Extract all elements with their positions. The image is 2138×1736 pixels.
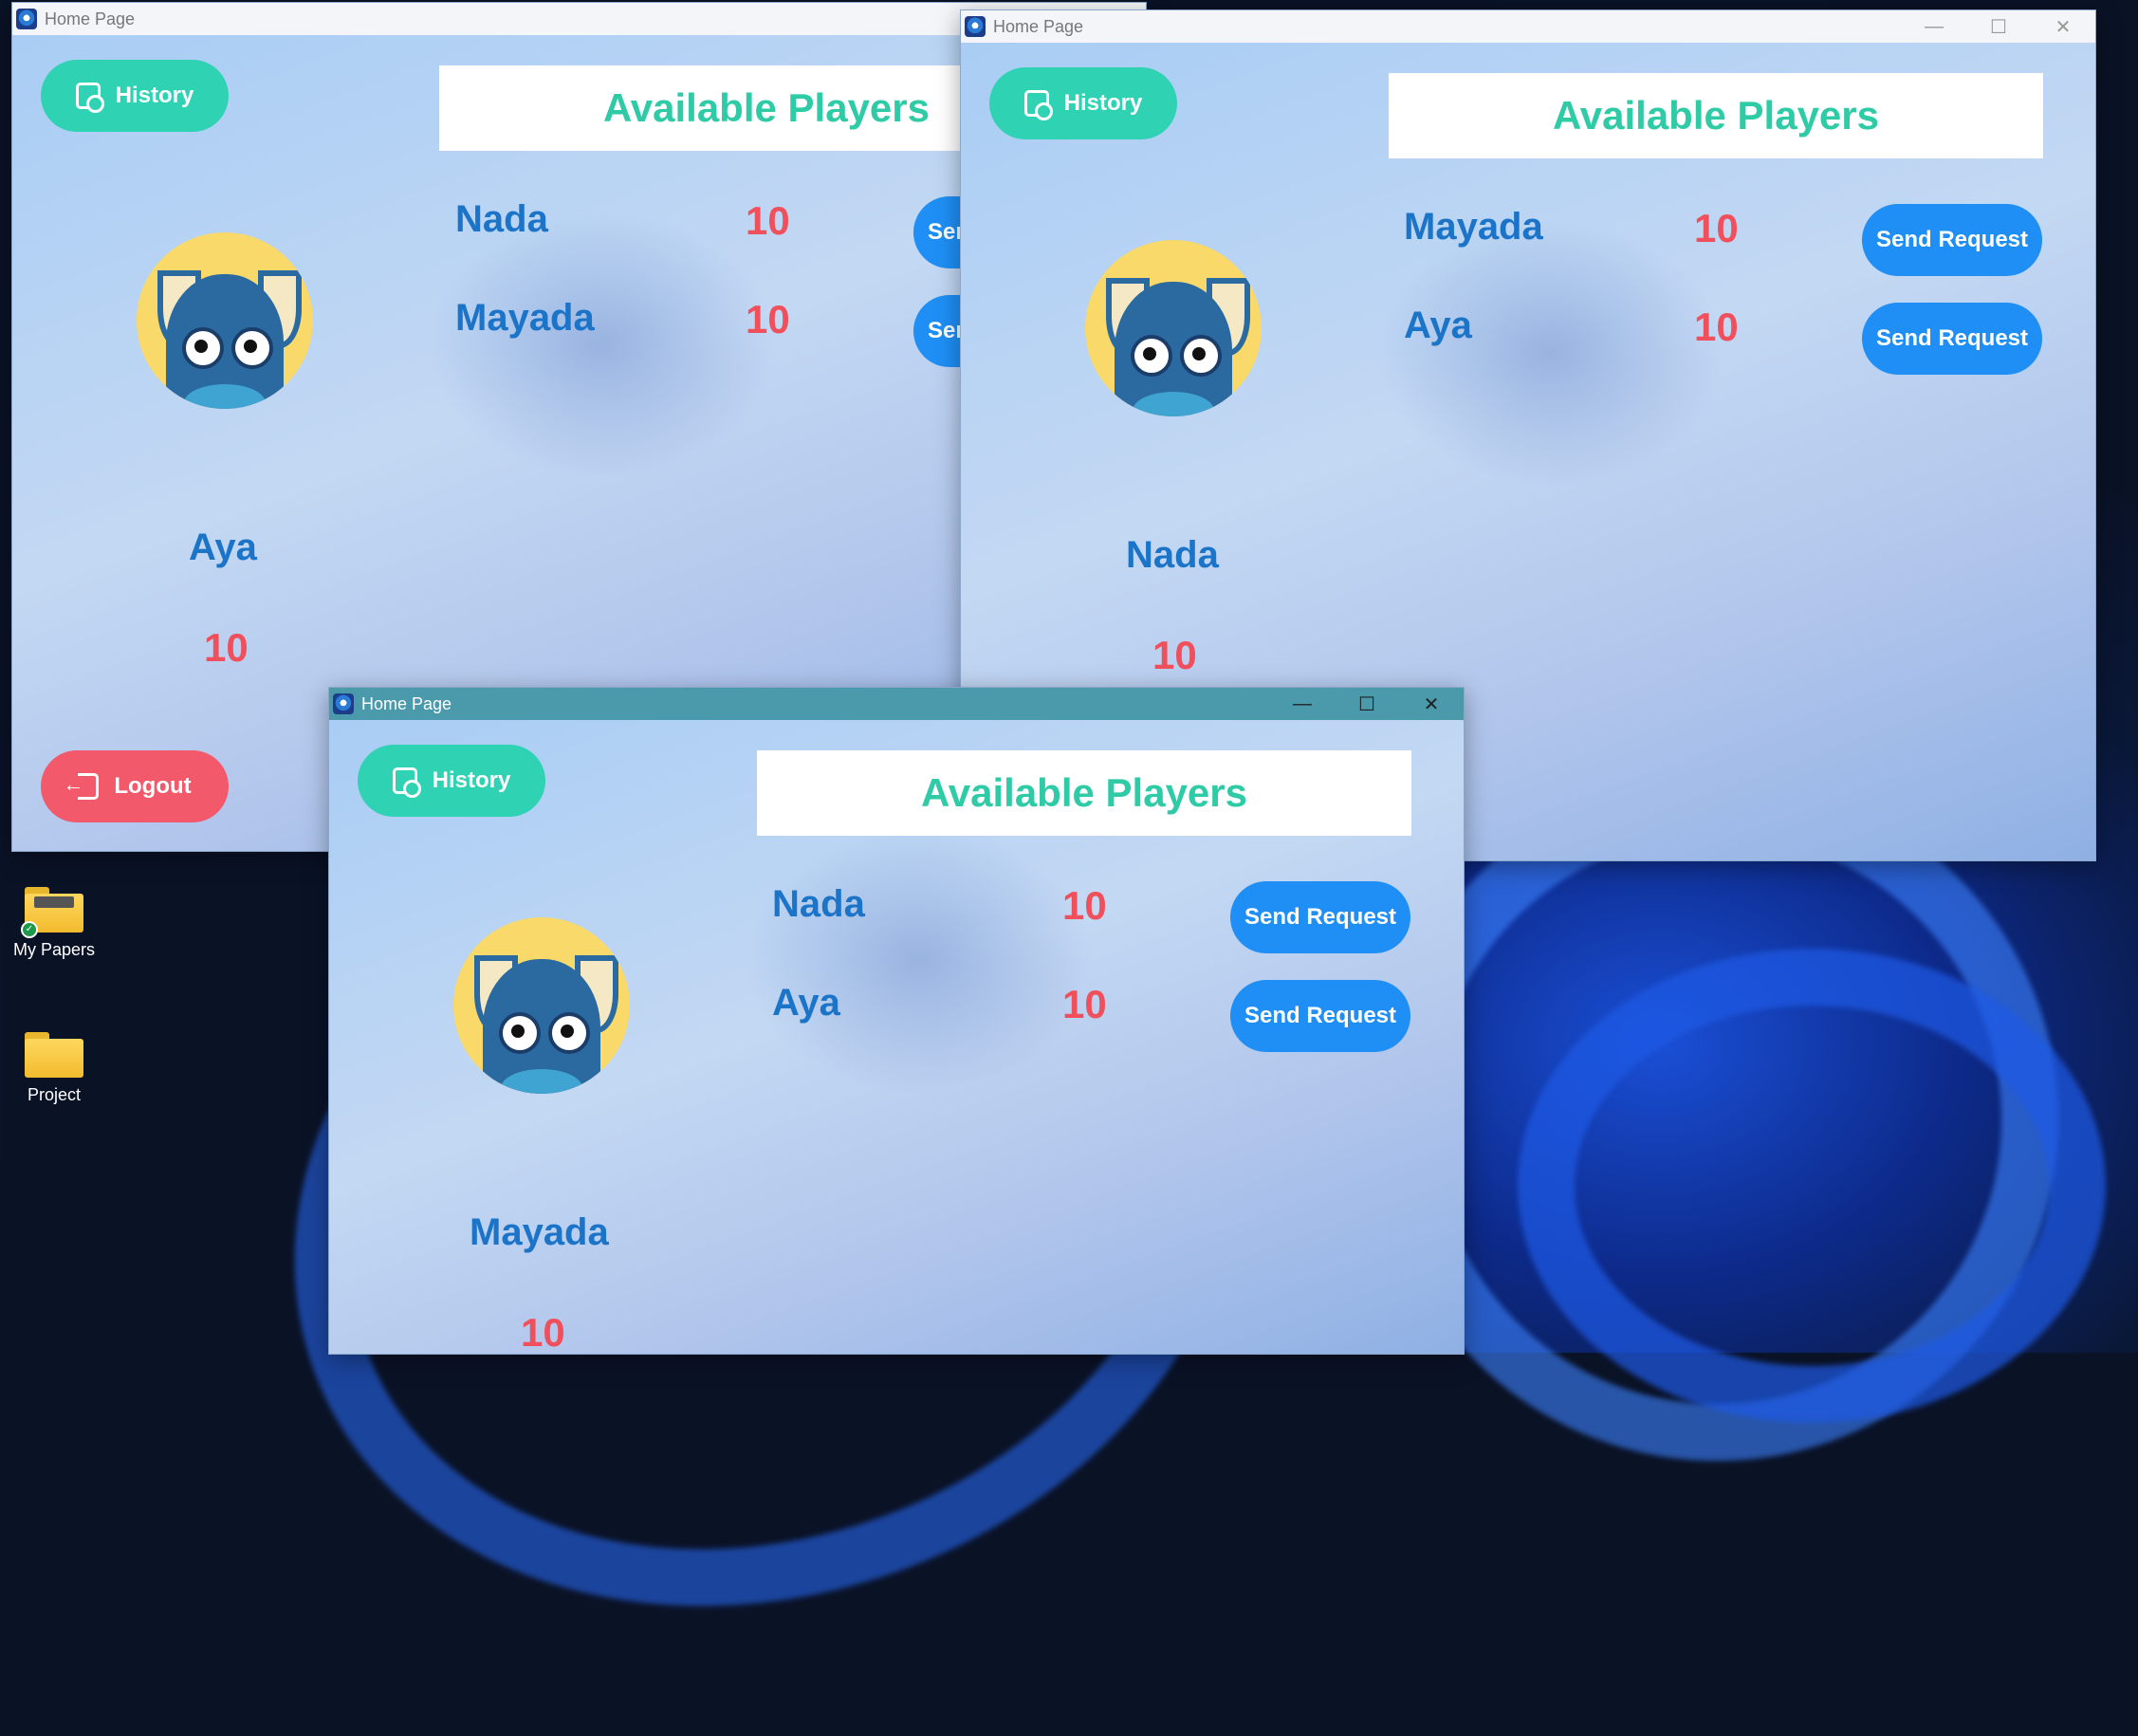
history-icon xyxy=(1023,90,1053,120)
current-user-name: Mayada xyxy=(470,1211,609,1253)
title-bar[interactable]: Home Page — ☐ ✕ xyxy=(329,688,1464,720)
current-user-score: 10 xyxy=(521,1310,565,1355)
window-title: Home Page xyxy=(361,693,452,713)
player-score: 10 xyxy=(1694,305,1739,349)
title-bar[interactable]: Home Page — ☐ ✕ xyxy=(961,10,2095,43)
maximize-icon[interactable]: ☐ xyxy=(1335,688,1399,720)
current-user-name: Nada xyxy=(1126,534,1219,576)
app-icon xyxy=(333,693,354,714)
minimize-icon[interactable]: — xyxy=(1270,688,1335,720)
player-score: 10 xyxy=(1062,982,1107,1026)
window-title: Home Page xyxy=(993,16,1084,36)
send-request-button[interactable]: Send Request xyxy=(1230,980,1410,1052)
maximize-icon[interactable]: ☐ xyxy=(1966,10,2031,43)
player-name: Mayada xyxy=(1404,206,1543,248)
player-score: 10 xyxy=(1694,206,1739,250)
user-avatar xyxy=(1085,240,1262,416)
logout-label: Logout xyxy=(114,773,192,799)
current-user-score: 10 xyxy=(204,625,249,670)
history-button[interactable]: History xyxy=(989,67,1177,139)
logout-button[interactable]: Logout xyxy=(41,750,229,822)
history-button[interactable]: History xyxy=(41,60,229,132)
history-button[interactable]: History xyxy=(358,745,545,817)
current-user-score: 10 xyxy=(1152,633,1197,677)
player-name: Nada xyxy=(772,883,865,925)
send-request-button[interactable]: Send Request xyxy=(1862,303,2042,375)
folder-icon xyxy=(25,1032,83,1078)
player-name: Aya xyxy=(772,982,840,1024)
available-players-title: Available Players xyxy=(1389,73,2043,158)
available-players-title: Available Players xyxy=(757,750,1411,836)
player-score: 10 xyxy=(746,297,790,342)
send-request-button[interactable]: Send Request xyxy=(1862,204,2042,276)
close-icon[interactable]: ✕ xyxy=(1399,688,1464,720)
folder-icon: ✓ xyxy=(21,887,83,938)
minimize-icon[interactable]: — xyxy=(1902,10,1966,43)
desktop-icon-label: Project xyxy=(27,1085,82,1104)
app-icon xyxy=(16,9,37,29)
close-icon[interactable]: ✕ xyxy=(2031,10,2095,43)
send-request-button[interactable]: Send Request xyxy=(1230,881,1410,953)
window-content: History Available Players Nada 10 Send R… xyxy=(329,720,1464,1354)
current-user-name: Aya xyxy=(189,526,257,568)
player-name: Mayada xyxy=(455,297,595,339)
home-page-window-mayada: Home Page — ☐ ✕ History Available Player… xyxy=(328,687,1465,1355)
logout-icon xyxy=(63,772,102,803)
desktop-icon-my-papers[interactable]: ✓ My Papers xyxy=(2,887,106,960)
user-avatar xyxy=(453,917,630,1094)
desktop-icon-label: My Papers xyxy=(12,940,96,959)
history-icon xyxy=(75,83,104,113)
player-score: 10 xyxy=(1062,883,1107,928)
history-icon xyxy=(392,767,421,798)
history-label: History xyxy=(115,83,194,108)
player-name: Aya xyxy=(1404,305,1472,346)
app-icon xyxy=(965,16,986,37)
sync-check-icon: ✓ xyxy=(21,921,38,938)
history-label: History xyxy=(1063,90,1143,116)
user-avatar xyxy=(137,232,313,409)
player-score: 10 xyxy=(746,198,790,243)
history-label: History xyxy=(432,767,511,793)
window-title: Home Page xyxy=(45,9,136,28)
desktop-icon-project[interactable]: Project xyxy=(2,1032,106,1105)
wallpaper-swirl xyxy=(1518,949,2106,1423)
player-name: Nada xyxy=(455,198,548,240)
